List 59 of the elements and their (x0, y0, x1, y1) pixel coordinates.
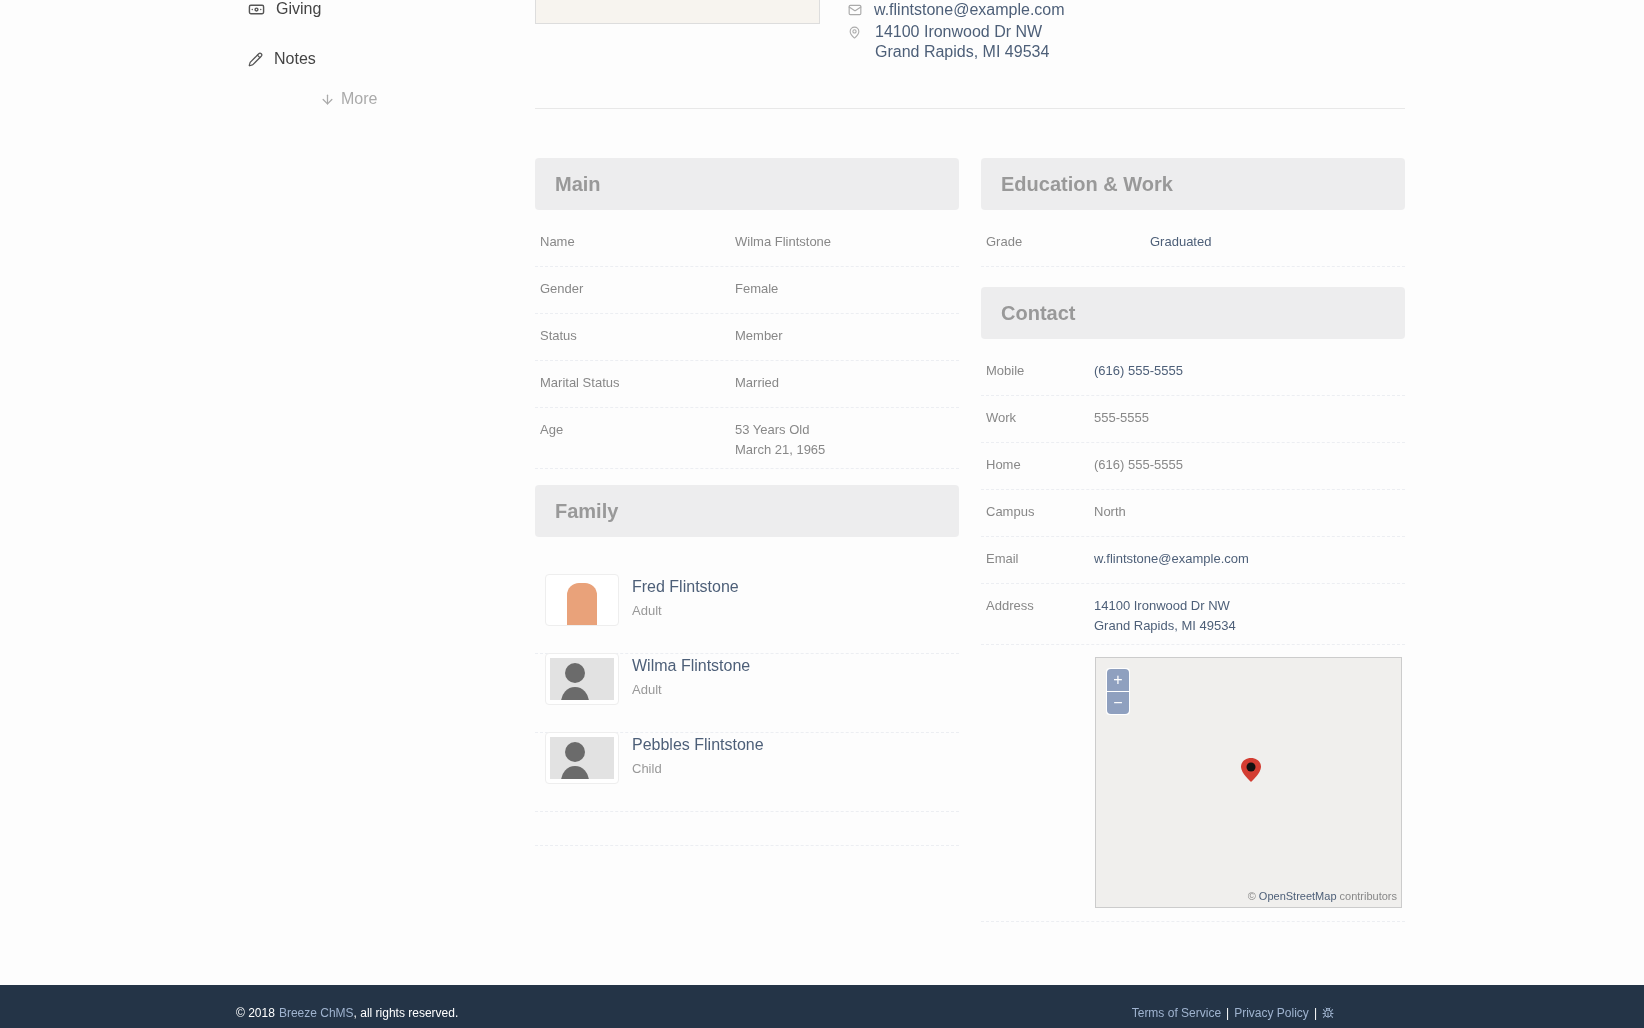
arrow-down-icon (320, 91, 335, 107)
footer-link[interactable]: Privacy Policy (1234, 1003, 1309, 1022)
person-silhouette-icon (550, 737, 614, 779)
section-header: Main (535, 158, 959, 210)
field-value: Member (735, 327, 783, 345)
sidebar-item[interactable]: Notes (248, 49, 535, 69)
field-label: Status (540, 327, 578, 345)
field-value: (616) 555-5555 (1094, 456, 1183, 474)
field-value[interactable]: (616) 555-5555 (1094, 361, 1183, 381)
brand-link[interactable]: Breeze ChMS (278, 1003, 354, 1022)
member-name[interactable]: Fred Flintstone (632, 575, 739, 599)
field-label: Name (540, 233, 576, 251)
section-header: Family (535, 485, 959, 537)
field-value: Female (735, 280, 779, 298)
sidebar-item[interactable]: Giving (248, 0, 535, 19)
copyright-text: © 2018 (236, 1004, 275, 1022)
field-value[interactable]: Grand Rapids, MI 49534 (1094, 616, 1236, 636)
field-value[interactable]: Graduated (1150, 232, 1212, 252)
footer-link[interactable]: Terms of Service (1131, 1003, 1222, 1022)
member-name[interactable]: Pebbles Flintstone (632, 733, 764, 757)
map-marker-icon (1241, 758, 1261, 782)
field-label: Marital Status (540, 374, 621, 392)
member-name[interactable]: Wilma Flintstone (632, 654, 751, 678)
field-label: Work (986, 409, 1018, 427)
email-link[interactable]: w.flintstone@example.com (874, 0, 1065, 22)
member-role: Child (632, 760, 663, 778)
copyright-text: , all rights reserved. (353, 1004, 459, 1022)
person-silhouette-icon (550, 658, 614, 700)
field-value: March 21, 1965 (735, 441, 826, 459)
field-value: Wilma Flintstone (735, 233, 832, 251)
field-label: Gender (540, 280, 585, 298)
section-header: Contact (981, 287, 1405, 339)
map[interactable]: + − © OpenStreetMap contributors (1095, 657, 1402, 908)
attribution-text: © (1247, 888, 1256, 904)
mail-icon (848, 3, 862, 17)
member-role: Adult (632, 681, 663, 699)
bug-icon[interactable] (1322, 1006, 1334, 1019)
field-value: North (1094, 503, 1126, 521)
field-value[interactable]: w.flintstone@example.com (1094, 549, 1249, 569)
pencil-icon (248, 51, 263, 67)
field-value: Married (735, 374, 780, 392)
address-link[interactable]: 14100 Ironwood Dr NW Grand Rapids, MI 49534 (875, 22, 1050, 62)
separator: | (1313, 1004, 1317, 1022)
field-label: Mobile (986, 362, 1026, 380)
field-label: Campus (986, 503, 1036, 521)
separator: | (1226, 1004, 1230, 1022)
field-value: 53 Years Old (735, 421, 811, 439)
field-label: Email (986, 550, 1020, 568)
map-pin-icon (848, 26, 861, 39)
attribution-text: contributors (1339, 888, 1397, 904)
section-header: Education & Work (981, 158, 1405, 210)
field-value[interactable]: 14100 Ironwood Dr NW (1094, 596, 1236, 616)
field-label: Home (986, 456, 1022, 474)
field-label: Age (540, 421, 565, 439)
openstreetmap-link[interactable]: OpenStreetMap (1258, 887, 1337, 904)
member-role: Adult (632, 602, 663, 620)
field-label: Grade (986, 233, 1024, 251)
field-value: 555-5555 (1094, 409, 1149, 427)
field-label: Address (986, 597, 1035, 615)
